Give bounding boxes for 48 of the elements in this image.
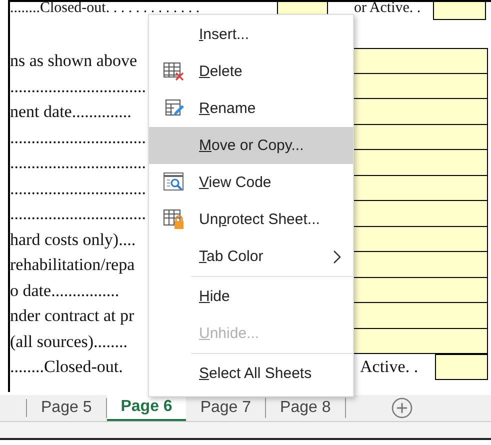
input-cell[interactable] bbox=[352, 226, 488, 252]
menu-item[interactable]: View Code bbox=[149, 164, 353, 201]
input-cell[interactable] bbox=[433, 2, 486, 20]
add-sheet-icon[interactable] bbox=[390, 397, 413, 419]
input-cell[interactable] bbox=[352, 99, 488, 124]
row-label: ................................ bbox=[10, 152, 147, 174]
sheet-tab[interactable]: Page 6 bbox=[106, 395, 186, 421]
sheet-tab[interactable]: Page 8 bbox=[266, 398, 346, 418]
input-cell[interactable] bbox=[352, 303, 488, 328]
row-label: ................................ bbox=[10, 203, 147, 225]
chevron-right-icon bbox=[333, 250, 341, 264]
menu-item[interactable]: Delete bbox=[149, 53, 353, 90]
table-lock-icon bbox=[163, 209, 185, 230]
row-label: o date................ bbox=[10, 280, 120, 302]
input-cell[interactable] bbox=[352, 278, 488, 303]
row-label: or Active. . bbox=[353, 2, 422, 18]
row-label: ................................ bbox=[10, 126, 147, 148]
menu-item[interactable]: Unprotect Sheet... bbox=[149, 201, 353, 238]
row-label: rehabilitation/repa bbox=[10, 254, 136, 276]
input-cell[interactable] bbox=[435, 354, 488, 380]
input-cell[interactable] bbox=[352, 252, 488, 278]
menu-item[interactable]: Select All Sheets bbox=[149, 355, 353, 392]
row-label: (all sources)........ bbox=[10, 330, 129, 352]
menu-item[interactable]: Tab Color bbox=[149, 238, 353, 275]
table-pencil-icon bbox=[164, 98, 184, 118]
menu-item[interactable]: Rename bbox=[149, 90, 353, 127]
menu-item[interactable]: Insert... bbox=[149, 16, 353, 53]
table-delete-icon bbox=[163, 62, 185, 82]
row-label: ns as shown above bbox=[10, 50, 138, 72]
row-label: ................................ bbox=[10, 178, 147, 200]
input-cell[interactable] bbox=[352, 328, 488, 354]
input-cell[interactable] bbox=[352, 124, 488, 150]
input-cell[interactable] bbox=[352, 150, 488, 176]
row-label: ................................ bbox=[10, 76, 147, 98]
row-label: ........Closed-out. bbox=[10, 356, 124, 378]
row-label: hard costs only).... bbox=[10, 228, 137, 251]
row-label: nder contract at pr bbox=[10, 305, 136, 327]
input-cell[interactable] bbox=[352, 201, 488, 226]
input-cell[interactable] bbox=[352, 176, 488, 201]
input-cell[interactable] bbox=[352, 74, 488, 99]
row-label: Active. . bbox=[360, 356, 420, 378]
row-label: nent date.............. bbox=[10, 101, 132, 123]
row-label: ........Closed-out. . . . . . . . . . . . . bbox=[10, 2, 201, 18]
input-cell[interactable] bbox=[352, 48, 488, 74]
window-magnifier-icon bbox=[163, 172, 185, 193]
menu-item[interactable]: Move or Copy... bbox=[149, 127, 353, 164]
sheet-tab[interactable]: Page 7 bbox=[186, 398, 266, 418]
menu-item[interactable]: Hide bbox=[149, 278, 353, 315]
